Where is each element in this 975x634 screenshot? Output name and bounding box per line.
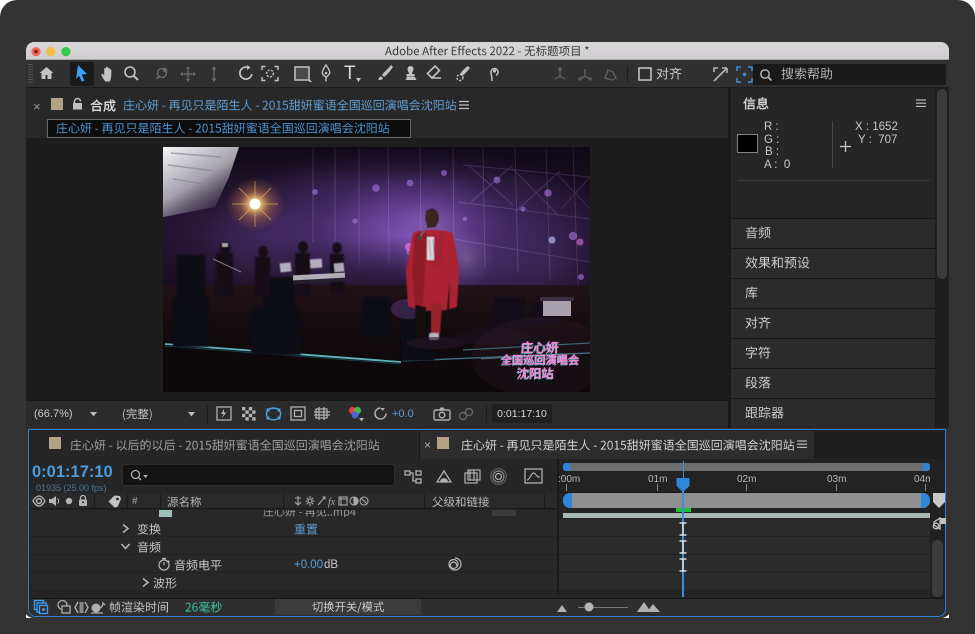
svg-text:fx: fx	[328, 497, 336, 508]
